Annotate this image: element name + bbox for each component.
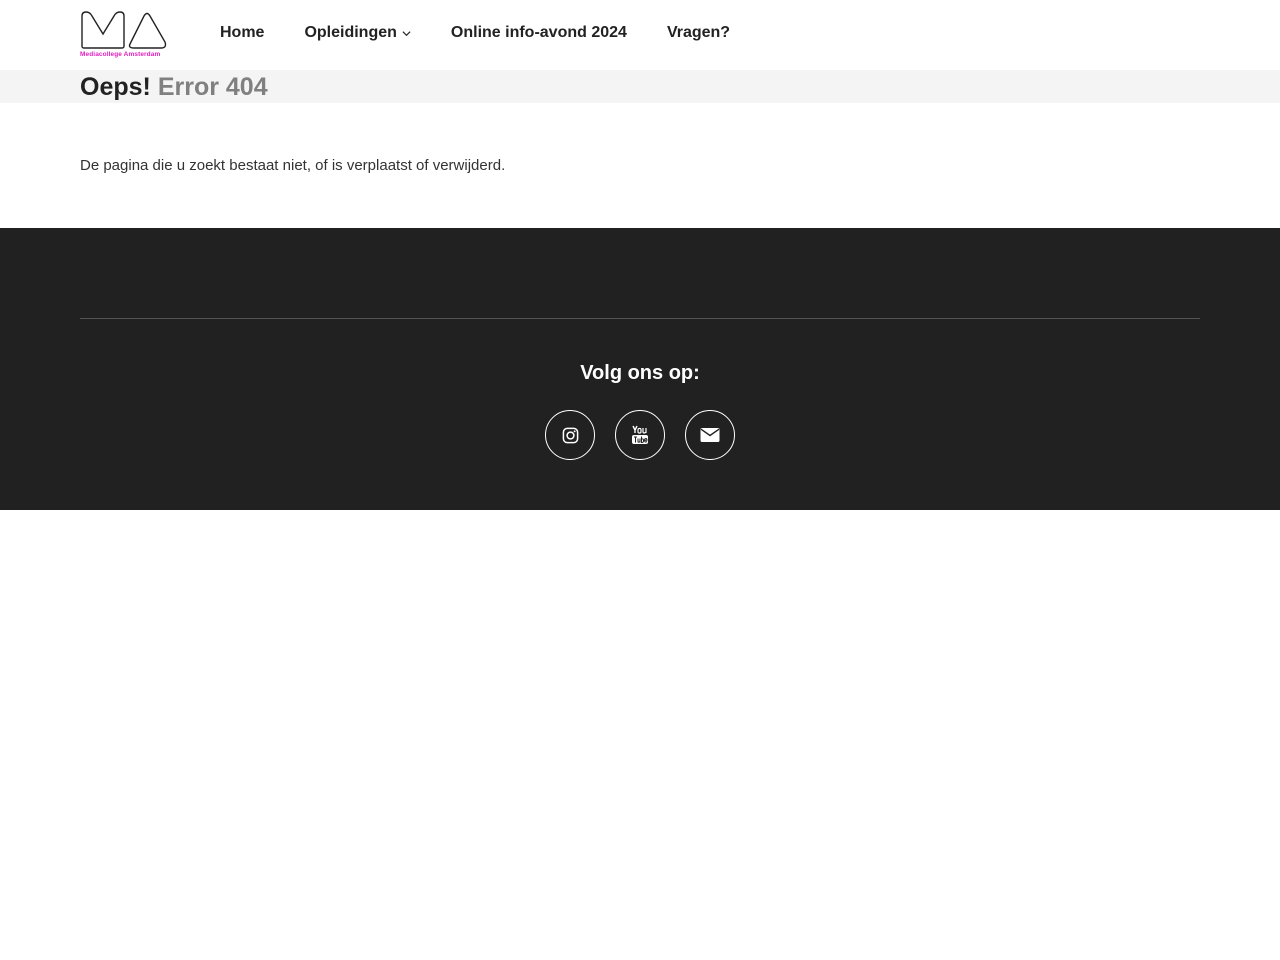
nav-item-label: Online info-avond 2024: [450, 24, 627, 41]
chevron-down-icon: [402, 30, 411, 36]
page-title-strong: Oeps!: [80, 73, 151, 101]
nav-item-opleidingen[interactable]: Opleidingen: [284, 0, 430, 70]
nav-item-home[interactable]: Home: [200, 0, 284, 70]
page-title-bar: Oeps! Error 404: [0, 70, 1280, 103]
nav-item-label: Home: [220, 24, 265, 41]
envelope-icon: [700, 428, 720, 442]
nav-item-label: Vragen?: [666, 24, 731, 41]
main-content: De pagina die u zoekt bestaat niet, of i…: [0, 103, 1280, 228]
site-logo[interactable]: Mediacollege Amsterdam: [80, 10, 170, 60]
logo-subtitle: Mediacollege Amsterdam: [80, 51, 161, 58]
follow-label: Volg ons op:: [580, 362, 700, 384]
nav-item-info-avond[interactable]: Online info-avond 2024: [431, 0, 647, 70]
mediacollege-logo-icon: [81, 11, 167, 49]
site-footer: Volg ons op:: [0, 228, 1280, 510]
site-header: Mediacollege Amsterdam Home Opleidingen …: [0, 0, 1280, 70]
instagram-icon: [562, 427, 578, 443]
social-links: [0, 410, 1280, 460]
page-title-muted: Error 404: [157, 73, 268, 101]
instagram-link[interactable]: [545, 410, 595, 460]
footer-divider: [80, 318, 1200, 319]
nav-item-vragen[interactable]: Vragen?: [647, 0, 750, 70]
youtube-icon: [632, 425, 648, 444]
youtube-link[interactable]: [615, 410, 665, 460]
main-nav: Home Opleidingen Online info-avond 2024 …: [200, 0, 750, 70]
email-link[interactable]: [685, 410, 735, 460]
page-title: Oeps! Error 404: [80, 72, 268, 102]
nav-item-label: Opleidingen: [304, 24, 397, 41]
error-message: De pagina die u zoekt bestaat niet, of i…: [80, 157, 506, 174]
